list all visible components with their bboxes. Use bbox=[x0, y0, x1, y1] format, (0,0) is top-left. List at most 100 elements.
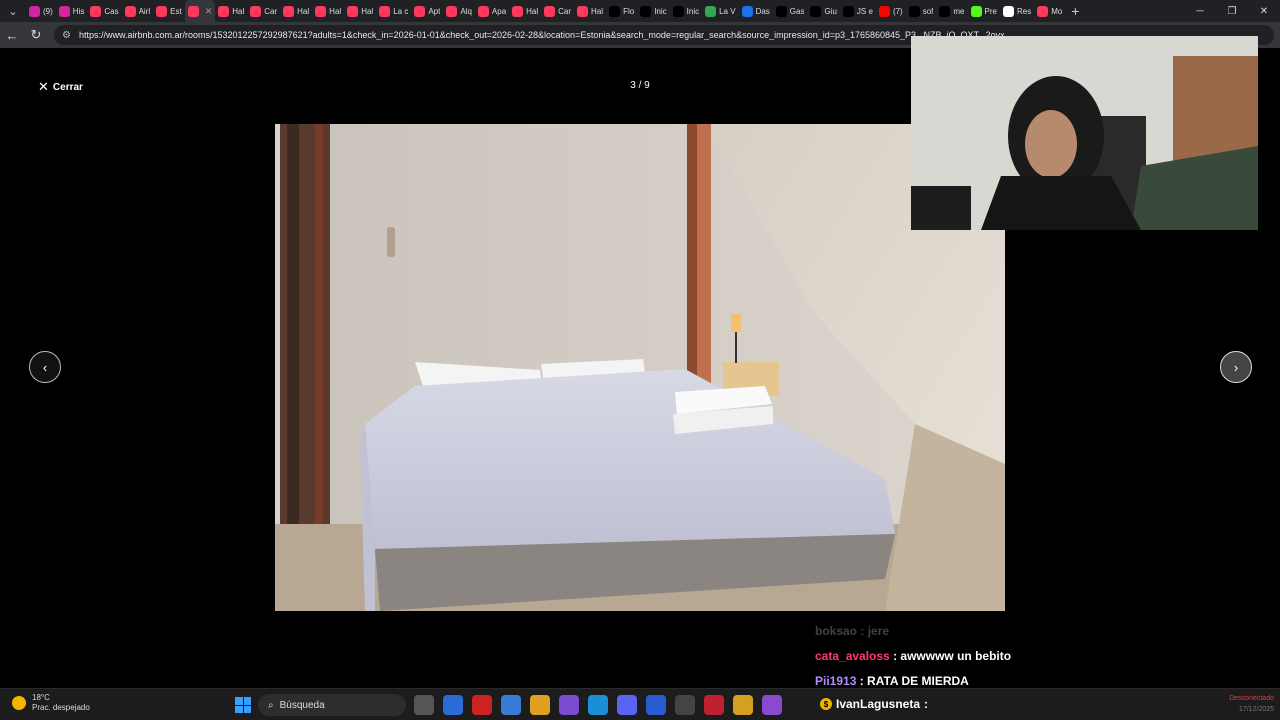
close-gallery-button[interactable]: ✕ Cerrar bbox=[38, 79, 83, 95]
tab-title: (7) bbox=[892, 6, 903, 16]
weather-temperature: 18°C bbox=[32, 693, 50, 702]
airbnb-icon bbox=[512, 5, 524, 17]
browser-tab[interactable]: Apt bbox=[411, 0, 443, 22]
windows-taskbar: 18°C Prac. despejado ⌕ Búsqueda $ IvanLa… bbox=[0, 688, 1280, 720]
address-url[interactable]: https://www.airbnb.com.ar/rooms/15320122… bbox=[79, 30, 1012, 40]
browser-tab[interactable]: Hal bbox=[344, 0, 376, 22]
photo-counter: 3 / 9 bbox=[630, 80, 650, 91]
browser-tab[interactable]: Pre bbox=[968, 0, 1000, 22]
file-explorer-icon[interactable] bbox=[530, 695, 550, 715]
next-photo-button[interactable]: › bbox=[1220, 351, 1252, 383]
close-window-icon[interactable]: ✕ bbox=[1248, 0, 1280, 22]
tab-title: Apt bbox=[428, 6, 441, 16]
browser-tab[interactable]: Car bbox=[541, 0, 574, 22]
browser-tab[interactable]: Hal bbox=[574, 0, 606, 22]
airbnb-icon bbox=[315, 5, 327, 17]
reload-icon[interactable]: ↻ bbox=[24, 22, 48, 48]
browser-tab[interactable]: Hal bbox=[312, 0, 344, 22]
system-tray: Desconectado 17/12/2025 bbox=[1229, 693, 1274, 715]
app-yellow-icon[interactable] bbox=[733, 695, 753, 715]
opera-icon[interactable] bbox=[472, 695, 492, 715]
tab-title: Gas bbox=[789, 6, 805, 16]
browser-tab[interactable]: Flo bbox=[606, 0, 637, 22]
close-label: Cerrar bbox=[52, 81, 83, 93]
airbnb-icon bbox=[156, 5, 168, 17]
chat-username: cata_avaloss bbox=[815, 649, 890, 663]
chat-message: cata_avaloss : awwwww un bebito bbox=[815, 649, 1115, 674]
previous-photo-button[interactable]: ‹ bbox=[29, 351, 61, 383]
instagram-icon bbox=[58, 5, 70, 17]
browser-tab[interactable]: Hal bbox=[509, 0, 541, 22]
browser-tab[interactable]: La c bbox=[376, 0, 411, 22]
airbnb-icon bbox=[477, 5, 489, 17]
site-info-icon[interactable]: ⚙ bbox=[62, 30, 71, 41]
weather-description: Prac. despejado bbox=[32, 703, 90, 712]
window-controls: ─ ❐ ✕ bbox=[1184, 0, 1280, 22]
airbnb-icon bbox=[446, 5, 458, 17]
edge-icon[interactable] bbox=[588, 695, 608, 715]
new-tab-button[interactable]: + bbox=[1065, 3, 1085, 19]
browser-tab[interactable]: Res bbox=[1000, 0, 1034, 22]
browser-tab[interactable]: Hal bbox=[215, 0, 247, 22]
tab-title: me bbox=[953, 6, 965, 16]
back-arrow-icon[interactable]: ← bbox=[0, 22, 24, 48]
tab-title: (9) bbox=[43, 6, 53, 16]
browser-tab[interactable]: Das bbox=[739, 0, 773, 22]
airbnb-icon bbox=[577, 5, 589, 17]
browser-tab[interactable]: Car bbox=[247, 0, 280, 22]
task-view-icon[interactable] bbox=[414, 695, 434, 715]
browser-tab[interactable]: JS e bbox=[840, 0, 876, 22]
copilot-icon[interactable] bbox=[443, 695, 463, 715]
airbnb-icon bbox=[283, 5, 295, 17]
tab-title: Hal bbox=[361, 6, 374, 16]
minimize-icon[interactable]: ─ bbox=[1184, 0, 1216, 22]
browser-tab[interactable]: me bbox=[936, 0, 967, 22]
vscode-icon[interactable] bbox=[646, 695, 666, 715]
browser-tab[interactable]: (9) bbox=[26, 0, 56, 22]
restore-icon[interactable]: ❐ bbox=[1216, 0, 1248, 22]
browser-tab[interactable]: Giu bbox=[807, 0, 839, 22]
browser-tab[interactable]: Est bbox=[153, 0, 185, 22]
chat-separator: : bbox=[856, 674, 868, 688]
browser-tab[interactable]: Mo bbox=[1034, 0, 1065, 22]
airbnb-icon bbox=[414, 5, 426, 17]
airbnb-icon bbox=[544, 5, 556, 17]
ccleaner-icon[interactable] bbox=[675, 695, 695, 715]
windows-start-icon[interactable] bbox=[235, 697, 251, 713]
weather-widget[interactable]: 18°C Prac. despejado bbox=[12, 693, 90, 713]
tab-title: Giu bbox=[824, 6, 837, 16]
discord-icon[interactable] bbox=[617, 695, 637, 715]
youtube-icon bbox=[878, 5, 890, 17]
browser-tab[interactable]: Inic bbox=[670, 0, 702, 22]
close-tab-icon[interactable]: ✕ bbox=[205, 6, 213, 17]
browser-tab[interactable]: His bbox=[56, 0, 88, 22]
browser-tab[interactable]: Inic bbox=[637, 0, 669, 22]
browser-tab[interactable]: La V bbox=[702, 0, 738, 22]
store-icon[interactable] bbox=[501, 695, 521, 715]
browser-tab[interactable]: ✕ bbox=[184, 0, 216, 22]
instagram-icon bbox=[29, 5, 40, 17]
browser-tab[interactable]: Apa bbox=[475, 0, 509, 22]
tab-title: Airl bbox=[138, 6, 151, 16]
tab-search-chevron-icon[interactable]: ⌄ bbox=[0, 0, 26, 22]
airbnb-icon bbox=[218, 5, 230, 17]
room-photo bbox=[275, 124, 1005, 611]
kick-icon bbox=[970, 5, 982, 17]
app-red-icon[interactable] bbox=[704, 695, 724, 715]
browser-tab[interactable]: Gas bbox=[773, 0, 808, 22]
tab-title: Apa bbox=[491, 6, 507, 16]
search-icon: ⌕ bbox=[268, 699, 274, 711]
tab-title: Res bbox=[1016, 6, 1032, 16]
app-purple-icon[interactable] bbox=[762, 695, 782, 715]
tab-title: Hal bbox=[297, 6, 310, 16]
taskbar-search[interactable]: ⌕ Búsqueda bbox=[258, 694, 406, 716]
browser-tab[interactable]: sof bbox=[906, 0, 937, 22]
browser-tab[interactable]: (7) bbox=[876, 0, 906, 22]
browser-tab[interactable]: Airl bbox=[122, 0, 154, 22]
chat-separator: : bbox=[889, 649, 901, 663]
browser-tab[interactable]: Hal bbox=[280, 0, 312, 22]
browser-tab[interactable]: Alq bbox=[443, 0, 475, 22]
pen-icon[interactable] bbox=[559, 695, 579, 715]
search-placeholder: Búsqueda bbox=[279, 699, 325, 711]
browser-tab[interactable]: Cas bbox=[87, 0, 121, 22]
